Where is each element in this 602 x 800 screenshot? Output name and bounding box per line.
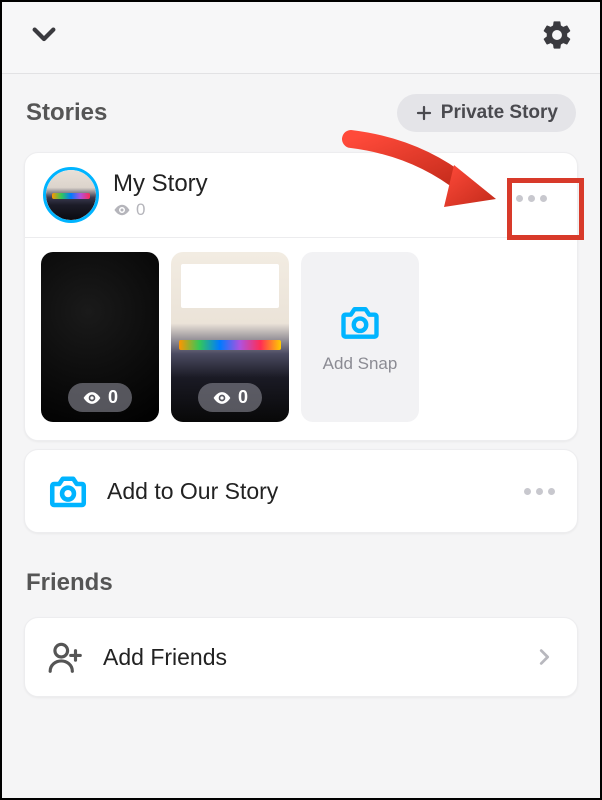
snap-view-badge: 0 — [68, 383, 132, 412]
snap-thumbnail[interactable]: 0 — [41, 252, 159, 422]
add-friends-row[interactable]: Add Friends — [25, 618, 577, 696]
snap-view-count: 0 — [108, 387, 118, 408]
camera-icon — [47, 470, 89, 512]
add-snap-button[interactable]: Add Snap — [301, 252, 419, 422]
settings-button[interactable] — [540, 18, 574, 57]
chevron-right-icon — [533, 646, 555, 668]
add-snap-label: Add Snap — [323, 354, 398, 374]
snaps-row: 0 0 Add Snap — [25, 238, 577, 440]
friends-section-header: Friends — [2, 541, 600, 609]
friends-title: Friends — [26, 569, 113, 597]
our-story-label: Add to Our Story — [107, 478, 506, 505]
my-story-view-count: 0 — [136, 200, 145, 220]
our-story-card: Add to Our Story — [24, 449, 578, 533]
top-bar — [2, 2, 600, 74]
my-story-views: 0 — [113, 200, 208, 220]
eye-icon — [82, 388, 102, 408]
private-story-button[interactable]: Private Story — [397, 94, 576, 132]
eye-icon — [212, 388, 232, 408]
my-story-header[interactable]: My Story 0 — [25, 153, 577, 238]
more-horizontal-icon — [516, 195, 547, 202]
eye-icon — [113, 201, 131, 219]
stories-section-header: Stories Private Story — [2, 74, 600, 144]
my-story-title: My Story — [113, 170, 208, 198]
more-horizontal-icon — [524, 488, 555, 495]
snap-view-badge: 0 — [198, 383, 262, 412]
my-story-info: My Story 0 — [113, 170, 208, 220]
chevron-down-icon — [28, 19, 60, 51]
stories-title: Stories — [26, 99, 107, 127]
my-story-more-button[interactable] — [499, 171, 563, 225]
add-to-our-story-row[interactable]: Add to Our Story — [25, 450, 577, 532]
snap-view-count: 0 — [238, 387, 248, 408]
snap-thumbnail[interactable]: 0 — [171, 252, 289, 422]
our-story-more-button[interactable] — [524, 488, 555, 495]
add-friends-card: Add Friends — [24, 617, 578, 697]
my-story-avatar — [43, 167, 99, 223]
add-friend-icon — [47, 638, 85, 676]
add-friends-label: Add Friends — [103, 644, 515, 671]
collapse-button[interactable] — [28, 19, 60, 56]
private-story-label: Private Story — [441, 102, 558, 124]
camera-icon — [338, 300, 382, 344]
my-story-card: My Story 0 0 — [24, 152, 578, 441]
plus-icon — [415, 104, 433, 122]
gear-icon — [540, 18, 574, 52]
